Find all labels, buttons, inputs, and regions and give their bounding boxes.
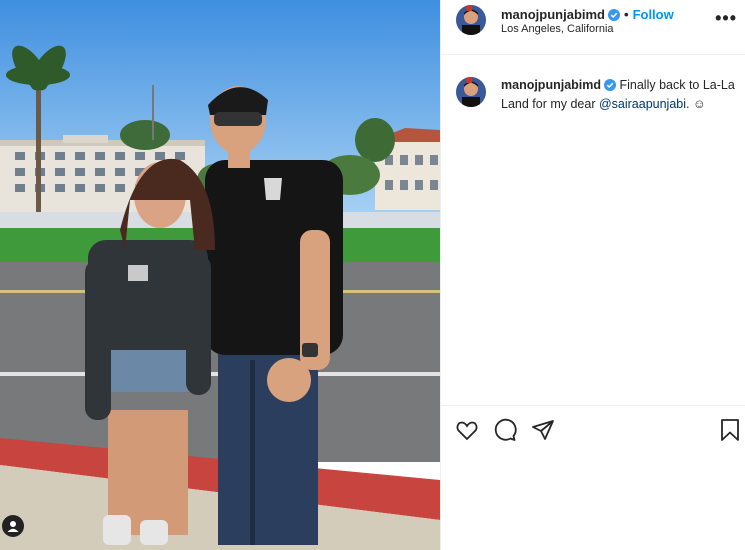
- more-options-icon[interactable]: •••: [715, 8, 737, 29]
- follow-button[interactable]: Follow: [633, 7, 674, 22]
- bookmark-icon[interactable]: [718, 418, 742, 442]
- caption-avatar[interactable]: [456, 77, 486, 107]
- verified-badge-icon: [604, 79, 616, 96]
- post-caption: manojpunjabimd Finally back to La-La Lan…: [501, 77, 736, 113]
- caption-mention[interactable]: @sairaapunjabi: [599, 97, 686, 111]
- post-author[interactable]: manojpunjabimd • Follow: [501, 7, 674, 24]
- post-username[interactable]: manojpunjabimd: [501, 7, 605, 22]
- post-header: manojpunjabimd • Follow Los Angeles, Calif…: [441, 0, 745, 55]
- post-actions: [441, 405, 745, 451]
- caption-username[interactable]: manojpunjabimd: [501, 78, 601, 92]
- separator-dot: •: [624, 7, 629, 22]
- post-photo[interactable]: [0, 0, 440, 550]
- user-tag-icon[interactable]: [2, 515, 24, 537]
- post-location[interactable]: Los Angeles, California: [501, 23, 614, 35]
- paper-plane-icon[interactable]: [531, 418, 555, 442]
- avatar[interactable]: [456, 5, 486, 35]
- verified-badge-icon: [608, 9, 620, 24]
- heart-icon[interactable]: [455, 418, 479, 442]
- photo-scene: [0, 0, 440, 550]
- caption-text-end: . ☺: [686, 97, 706, 111]
- comment-icon[interactable]: [493, 418, 517, 442]
- post-sidebar: manojpunjabimd • Follow Los Angeles, Calif…: [440, 0, 745, 550]
